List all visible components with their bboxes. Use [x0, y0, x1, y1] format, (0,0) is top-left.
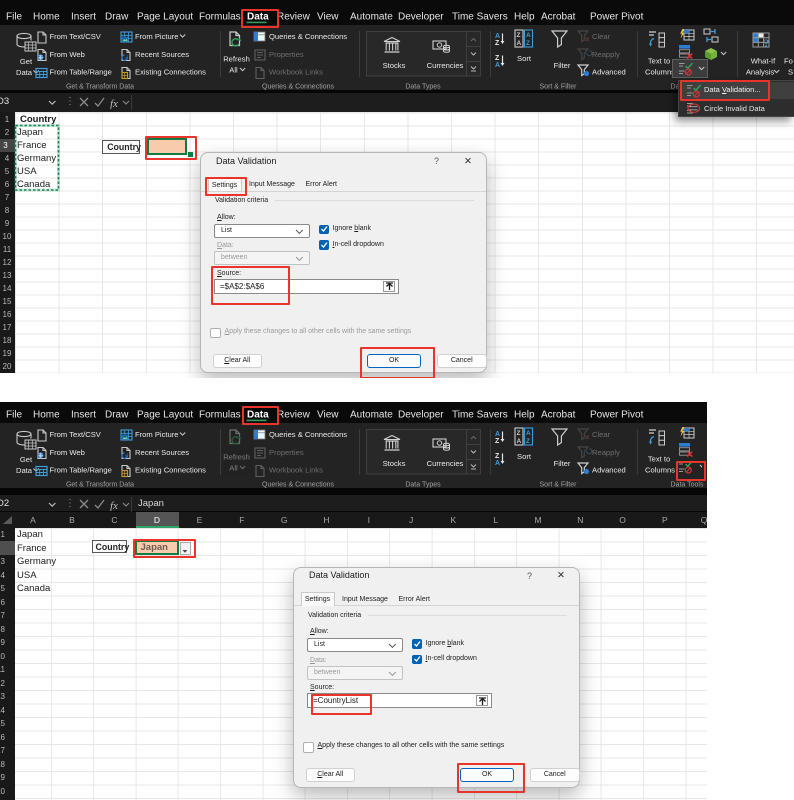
svg-text:fx: fx	[110, 98, 118, 109]
svg-text:fx: fx	[110, 500, 118, 511]
